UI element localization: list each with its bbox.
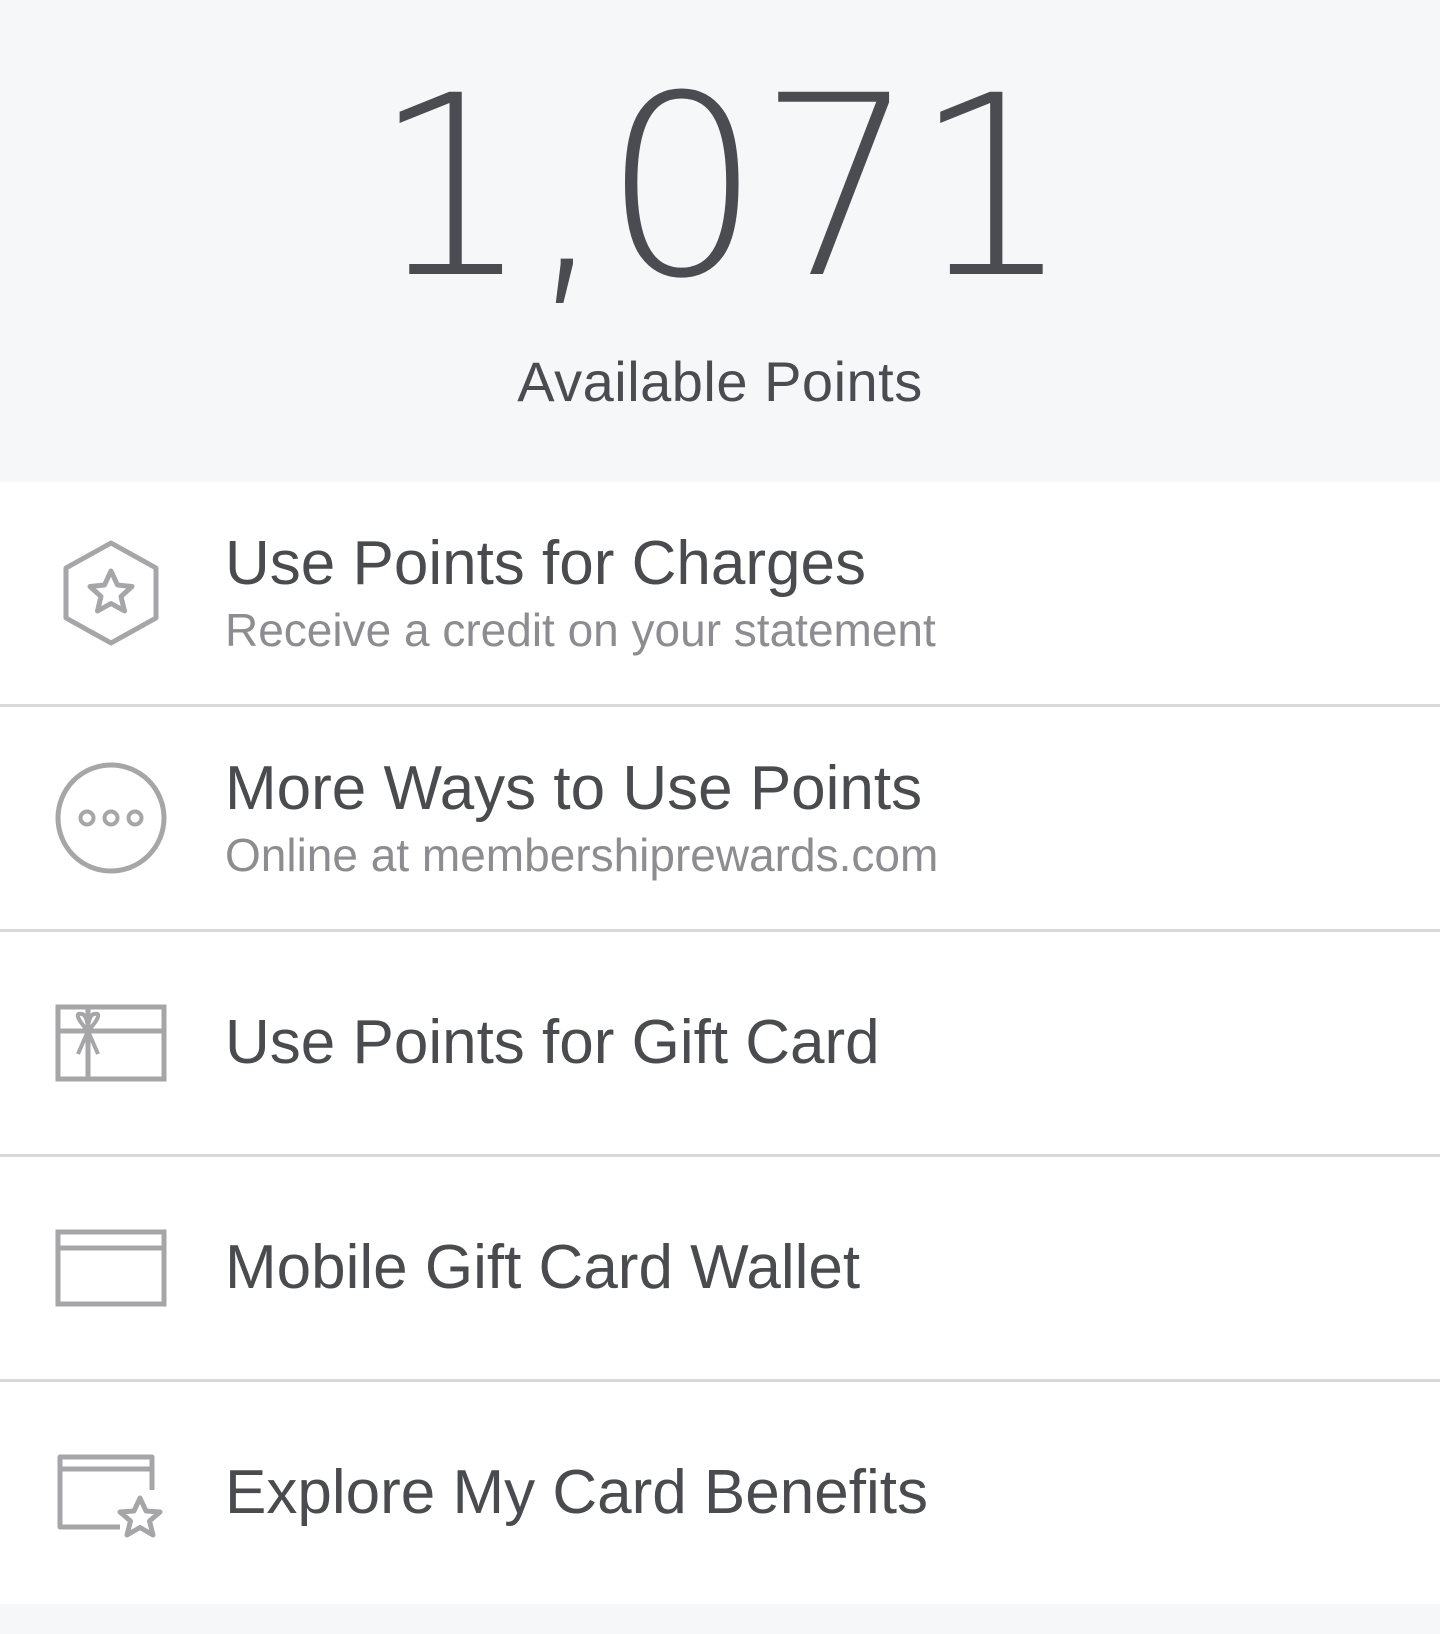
menu-item-title: Explore My Card Benefits (225, 1458, 928, 1527)
points-options-list: Use Points for Charges Receive a credit … (0, 482, 1440, 1634)
menu-item-text: Mobile Gift Card Wallet (225, 1157, 1400, 1379)
menu-item-text: Use Points for Charges Receive a credit … (225, 482, 1400, 704)
gift-card-icon (50, 982, 172, 1104)
menu-item-subtitle: Receive a credit on your statement (225, 604, 936, 656)
available-points-label: Available Points (517, 350, 923, 413)
menu-item-more-ways-to-use-points[interactable]: More Ways to Use Points Online at member… (0, 707, 1440, 929)
rewards-screen: 1,071 Available Points Use Points for Ch… (0, 0, 1440, 1634)
menu-item-text: Explore My Card Benefits (225, 1382, 1400, 1604)
menu-item-mobile-gift-card-wallet[interactable]: Mobile Gift Card Wallet (0, 1157, 1440, 1379)
menu-item-title: More Ways to Use Points (225, 754, 923, 823)
points-summary: 1,071 Available Points (0, 0, 1440, 482)
menu-item-use-points-for-gift-card[interactable]: Use Points for Gift Card (0, 932, 1440, 1154)
bottom-spacer (0, 1604, 1440, 1634)
more-options-icon (50, 757, 172, 879)
menu-item-text: Use Points for Gift Card (225, 932, 1400, 1154)
card-wallet-icon (50, 1207, 172, 1329)
card-benefits-icon (50, 1432, 172, 1554)
available-points-value: 1,071 (372, 42, 1072, 333)
hexagon-star-icon (50, 532, 172, 654)
menu-item-title: Use Points for Charges (225, 529, 866, 598)
menu-item-use-points-for-charges[interactable]: Use Points for Charges Receive a credit … (0, 482, 1440, 704)
menu-item-subtitle: Online at membershiprewards.com (225, 829, 939, 881)
menu-item-title: Mobile Gift Card Wallet (225, 1233, 861, 1302)
menu-item-title: Use Points for Gift Card (225, 1008, 880, 1077)
menu-item-explore-card-benefits[interactable]: Explore My Card Benefits (0, 1382, 1440, 1604)
menu-item-text: More Ways to Use Points Online at member… (225, 707, 1400, 929)
